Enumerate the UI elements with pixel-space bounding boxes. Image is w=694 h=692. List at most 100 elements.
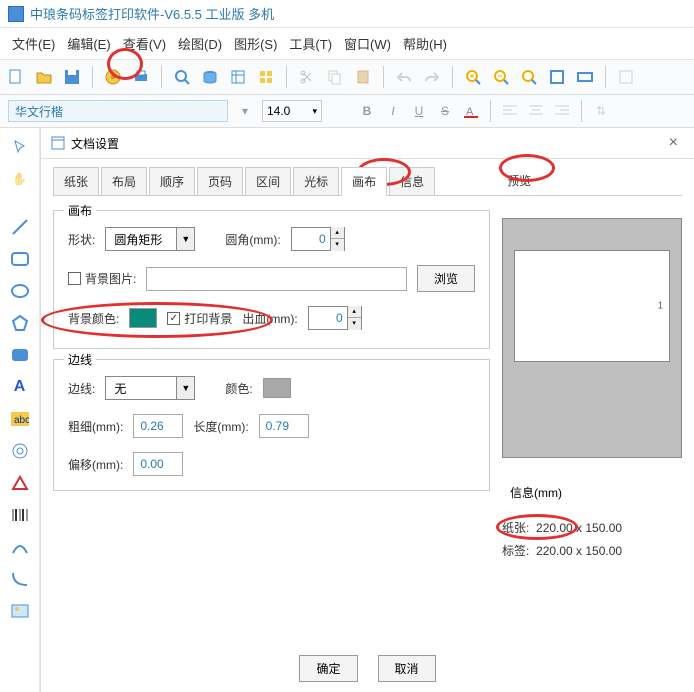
bgimg-path-input[interactable] [146,267,407,291]
offset-input[interactable]: 0.00 [133,452,183,476]
zoom-100-icon[interactable] [547,67,567,87]
tab-page[interactable]: 页码 [197,167,243,196]
corner-input[interactable]: 0▴▾ [291,227,345,251]
tab-range[interactable]: 区间 [245,167,291,196]
ellipse-tool-icon[interactable] [7,278,33,304]
tab-row: 纸张 布局 顺序 页码 区间 光标 画布 信息 预览 [41,159,694,196]
hand-tool-icon[interactable]: ✋ [7,166,33,192]
tab-info[interactable]: 信息 [389,167,435,196]
preview-label: 预览 [497,167,541,196]
underline-icon[interactable]: U [410,102,428,120]
italic-icon[interactable]: I [384,102,402,120]
close-icon[interactable]: × [663,134,684,152]
chevron-down-icon: ▼ [176,228,194,250]
zoom-out-icon[interactable] [491,67,511,87]
menu-help[interactable]: 帮助(H) [399,32,451,55]
bgcolor-label: 背景颜色: [68,310,119,327]
cut-icon[interactable] [297,67,317,87]
menu-tools[interactable]: 工具(T) [285,32,336,55]
align-left-icon[interactable] [501,102,519,120]
richtext-tool-icon[interactable]: abc [7,406,33,432]
cursor-tool-icon[interactable] [7,134,33,160]
strike-icon[interactable]: S [436,102,454,120]
copy-icon[interactable] [325,67,345,87]
spacing-icon[interactable]: ⇅ [592,102,610,120]
chevron-down-icon[interactable]: ▾ [236,102,254,120]
app-icon [8,6,24,22]
border-color-swatch[interactable] [263,378,291,398]
corner-label: 圆角(mm): [225,231,280,248]
save-icon[interactable] [62,67,82,87]
bold-icon[interactable]: B [358,102,376,120]
menu-view[interactable]: 查看(V) [119,32,170,55]
border-combo[interactable]: 无▼ [105,376,195,400]
tab-paper[interactable]: 纸张 [53,167,99,196]
align-right-icon[interactable] [553,102,571,120]
properties-icon[interactable] [616,67,636,87]
tab-canvas[interactable]: 画布 [341,167,387,196]
format-toolbar: 华文行楷 ▾ 14.0▾ B I U S A ⇅ [0,95,694,128]
shape-combo[interactable]: 圆角矩形▼ [105,227,195,251]
document-settings-dialog: 文档设置 × 纸张 布局 顺序 页码 区间 光标 画布 信息 预览 画布 形状: [40,128,694,692]
database-icon[interactable] [200,67,220,87]
title-bar: 中琅条码标签打印软件-V6.5.5 工业版 多机 [0,0,694,28]
cancel-button[interactable]: 取消 [378,655,436,682]
paper-size-value: 220.00 x 150.00 [536,521,622,535]
line-tool-icon[interactable] [7,214,33,240]
print-icon[interactable] [131,67,151,87]
menu-bar: 文件(E) 编辑(E) 查看(V) 绘图(D) 图形(S) 工具(T) 窗口(W… [0,28,694,60]
menu-file[interactable]: 文件(E) [8,32,59,55]
zoom-fit-icon[interactable] [519,67,539,87]
image-tool-icon[interactable] [7,598,33,624]
paper-size-label: 纸张: [502,521,529,535]
font-size-input[interactable]: 14.0▾ [262,100,322,122]
triangle-tool-icon[interactable] [7,470,33,496]
bleed-label: 出血(mm): [242,310,297,327]
canvas-group: 画布 形状: 圆角矩形▼ 圆角(mm): 0▴▾ 背景图片: 浏览 背 [53,210,490,349]
redo-icon[interactable] [422,67,442,87]
font-color-icon[interactable]: A [462,102,480,120]
barcode-tool-icon[interactable] [7,502,33,528]
preview-icon[interactable] [172,67,192,87]
zoom-in-icon[interactable] [463,67,483,87]
browse-button[interactable]: 浏览 [417,265,475,292]
menu-shape[interactable]: 图形(S) [230,32,281,55]
offset-label: 偏移(mm): [68,456,123,473]
new-icon[interactable] [6,67,26,87]
target-tool-icon[interactable] [7,438,33,464]
tab-order[interactable]: 顺序 [149,167,195,196]
open-icon[interactable] [34,67,54,87]
menu-edit[interactable]: 编辑(E) [63,32,114,55]
length-input[interactable]: 0.79 [259,414,309,438]
filled-roundrect-icon[interactable] [7,342,33,368]
curve-tool-icon[interactable] [7,534,33,560]
info-title: 信息(mm) [502,482,570,503]
tab-layout[interactable]: 布局 [101,167,147,196]
roundrect-tool-icon[interactable] [7,246,33,272]
menu-window[interactable]: 窗口(W) [340,32,395,55]
document-settings-icon[interactable] [103,67,123,87]
polygon-tool-icon[interactable] [7,310,33,336]
tab-cursor[interactable]: 光标 [293,167,339,196]
text-tool-icon[interactable]: A [7,374,33,400]
info-section: 信息(mm) 纸张: 220.00 x 150.00 标签: 220.00 x … [502,482,682,565]
bleed-input[interactable]: 0▴▾ [308,306,362,330]
undo-icon[interactable] [394,67,414,87]
border-color-label: 颜色: [225,380,252,397]
thickness-input[interactable]: 0.26 [133,414,183,438]
zoom-width-icon[interactable] [575,67,595,87]
align-center-icon[interactable] [527,102,545,120]
menu-draw[interactable]: 绘图(D) [174,32,226,55]
data-icon[interactable] [228,67,248,87]
arc-tool-icon[interactable] [7,566,33,592]
bgimg-checkbox[interactable]: 背景图片: [68,270,136,287]
font-name-input[interactable]: 华文行楷 [8,100,228,122]
window-title: 中琅条码标签打印软件-V6.5.5 工业版 多机 [30,4,274,23]
grid-icon[interactable] [256,67,276,87]
canvas-legend: 画布 [64,202,96,219]
ok-button[interactable]: 确定 [299,655,357,682]
printbg-checkbox[interactable]: ✓打印背景 [167,310,232,327]
dialog-icon [51,136,65,150]
paste-icon[interactable] [353,67,373,87]
bgcolor-swatch[interactable] [129,308,157,328]
